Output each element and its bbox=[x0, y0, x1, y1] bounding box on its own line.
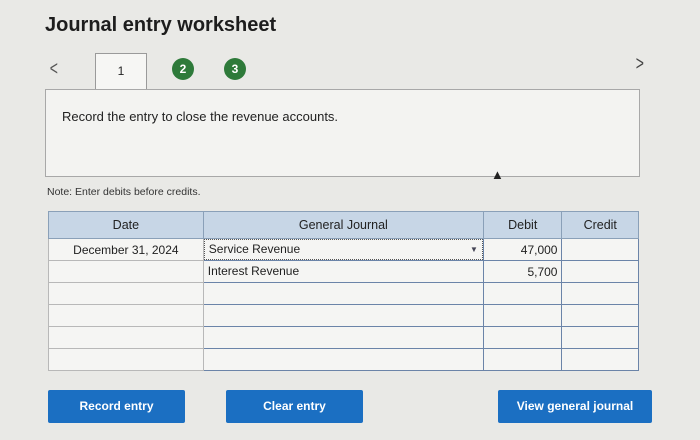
debit-input[interactable] bbox=[482, 304, 563, 327]
table-header-row: Date General Journal Debit Credit bbox=[48, 211, 639, 239]
account-select[interactable] bbox=[202, 282, 484, 305]
account-value: Service Revenue bbox=[208, 242, 301, 256]
credit-input[interactable] bbox=[561, 348, 639, 371]
clear-entry-button[interactable]: Clear entry bbox=[226, 390, 363, 423]
instruction-panel bbox=[45, 89, 640, 177]
account-select[interactable] bbox=[202, 326, 484, 349]
credit-input[interactable] bbox=[561, 260, 639, 283]
credit-input[interactable] bbox=[561, 304, 639, 327]
account-select[interactable] bbox=[202, 348, 484, 371]
table-row bbox=[48, 282, 639, 305]
date-cell bbox=[48, 282, 204, 305]
view-general-journal-button[interactable]: View general journal bbox=[498, 390, 652, 423]
journal-table: Date General Journal Debit Credit Decemb… bbox=[48, 211, 639, 371]
instruction-text: Record the entry to close the revenue ac… bbox=[62, 109, 339, 124]
dropdown-arrow-icon[interactable]: ▼ bbox=[466, 241, 482, 258]
credit-column-header: Credit bbox=[561, 211, 639, 239]
mouse-cursor-icon: ▲ bbox=[491, 167, 504, 182]
credit-input[interactable] bbox=[561, 282, 639, 305]
debit-input[interactable] bbox=[482, 282, 563, 305]
date-column-header: Date bbox=[48, 211, 204, 239]
next-step-arrow-icon[interactable]: > bbox=[636, 53, 644, 76]
debit-input[interactable] bbox=[482, 326, 563, 349]
record-entry-button[interactable]: Record entry bbox=[48, 390, 185, 423]
tab-step-2[interactable]: 2 bbox=[172, 58, 194, 80]
note-text: Note: Enter debits before credits. bbox=[47, 186, 201, 198]
table-row bbox=[48, 326, 639, 349]
account-select[interactable]: Interest Revenue bbox=[202, 260, 484, 283]
date-cell bbox=[48, 304, 204, 327]
table-row: December 31, 2024 Service Revenue ▼ 47,0… bbox=[48, 238, 639, 261]
debit-column-header: Debit bbox=[482, 211, 563, 239]
debit-input[interactable] bbox=[482, 348, 563, 371]
credit-input[interactable] bbox=[561, 238, 639, 261]
tab-step-1[interactable]: 1 bbox=[95, 53, 147, 92]
date-cell bbox=[48, 348, 204, 371]
date-cell bbox=[48, 260, 204, 283]
table-row bbox=[48, 304, 639, 327]
page-title: Journal entry worksheet bbox=[45, 14, 277, 36]
previous-step-arrow-icon[interactable]: < bbox=[50, 58, 58, 81]
debit-input[interactable]: 5,700 bbox=[482, 260, 563, 283]
credit-input[interactable] bbox=[561, 326, 639, 349]
journal-column-header: General Journal bbox=[202, 211, 484, 239]
account-select[interactable]: Service Revenue ▼ bbox=[202, 238, 484, 261]
account-select[interactable] bbox=[202, 304, 484, 327]
date-cell bbox=[48, 326, 204, 349]
debit-input[interactable]: 47,000 bbox=[482, 238, 563, 261]
table-row bbox=[48, 348, 639, 371]
tab-step-3[interactable]: 3 bbox=[224, 58, 246, 80]
table-row: Interest Revenue 5,700 bbox=[48, 260, 639, 283]
account-value: Interest Revenue bbox=[207, 264, 300, 278]
date-cell: December 31, 2024 bbox=[48, 238, 204, 261]
